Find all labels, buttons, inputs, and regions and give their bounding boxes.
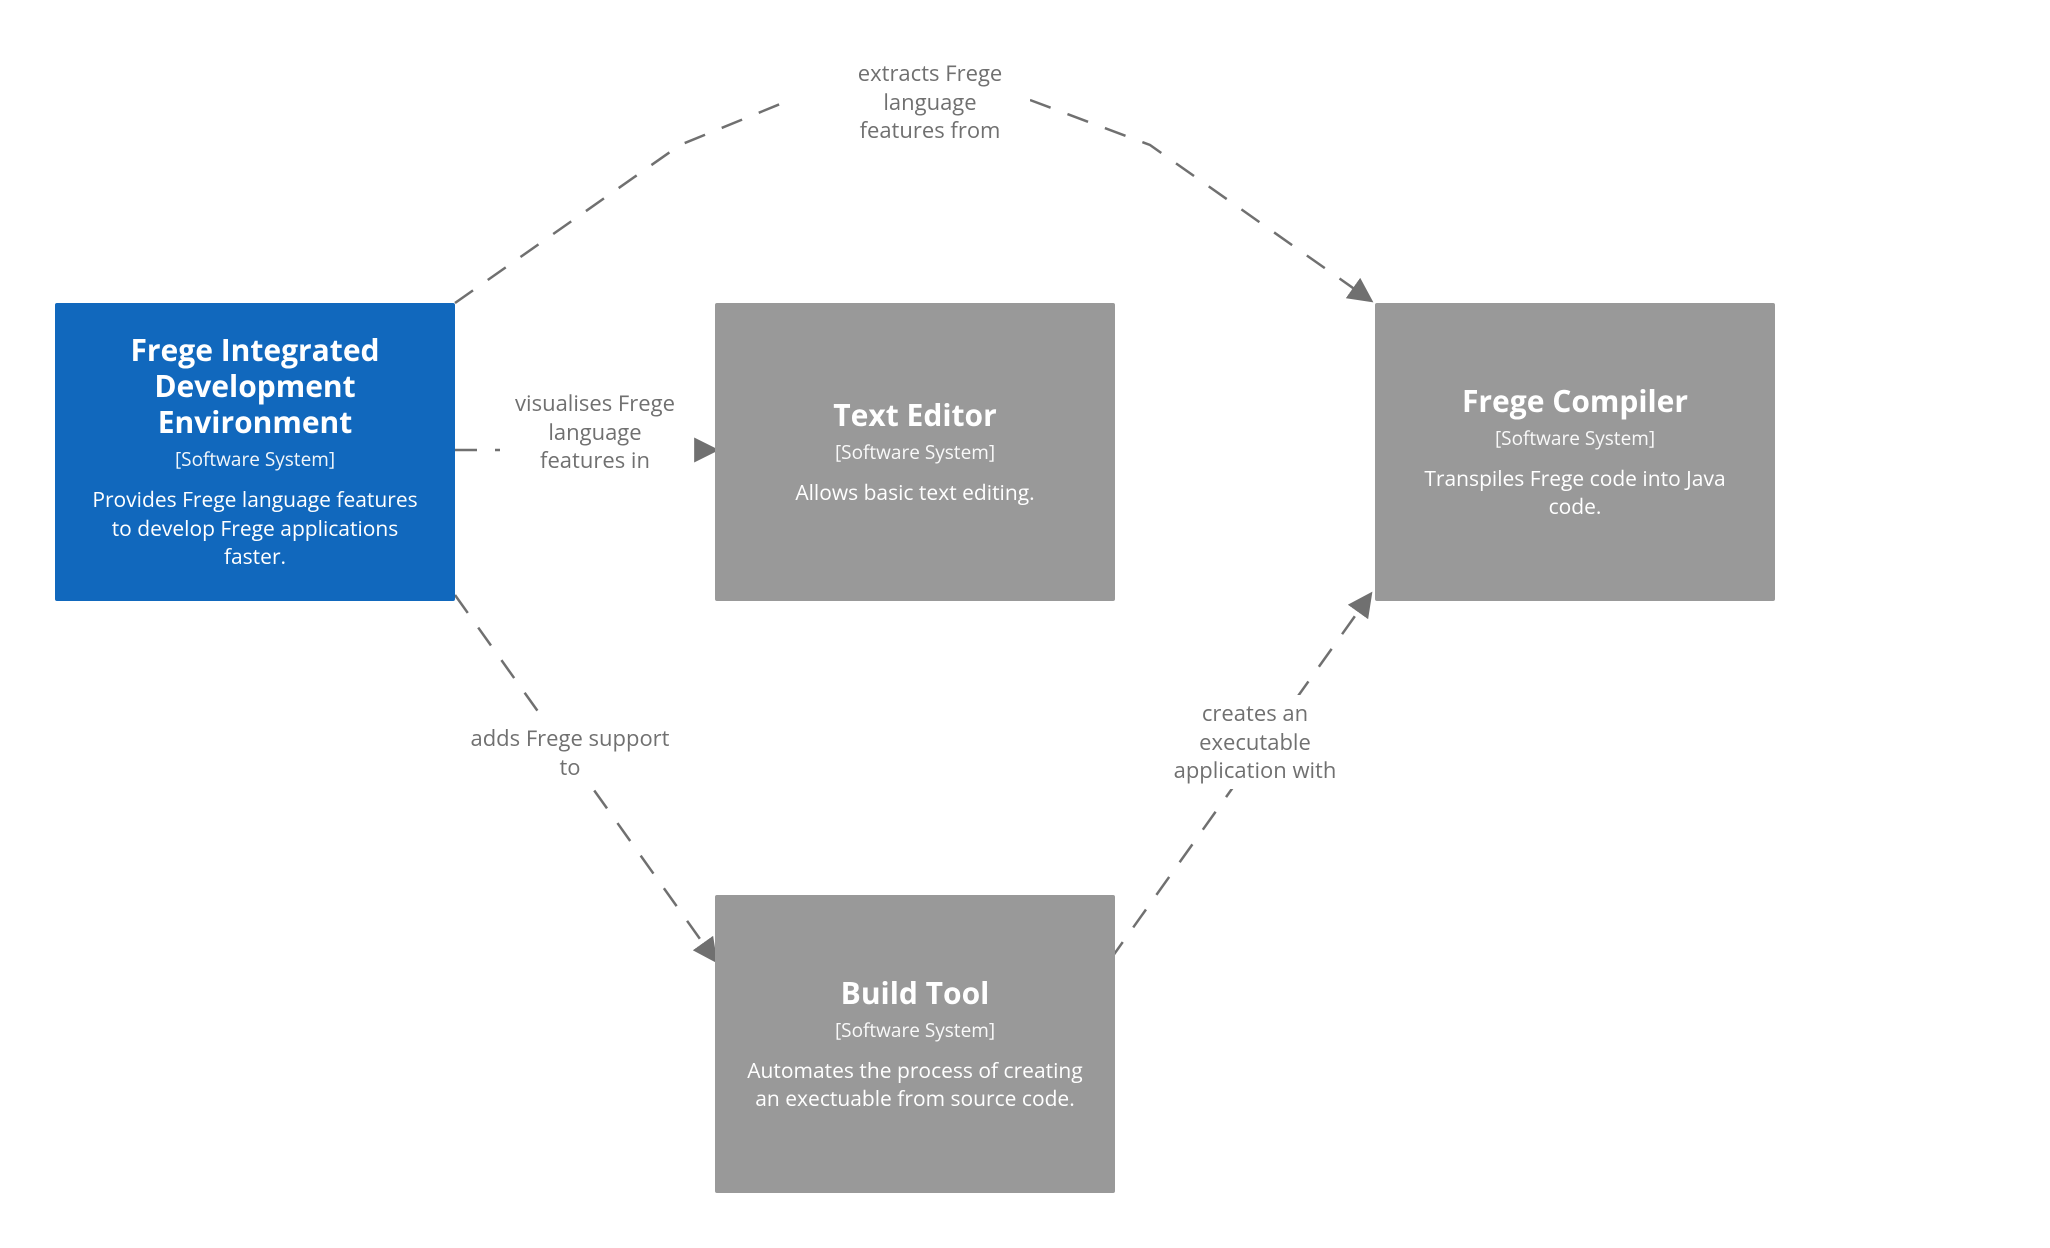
node-description: Transpiles Frege code into Java code. bbox=[1401, 465, 1749, 522]
node-subtitle: [Software System] bbox=[1495, 425, 1655, 451]
node-description: Allows basic text editing. bbox=[795, 479, 1034, 507]
edge-label-build-compiler: creates an executable application with bbox=[1145, 695, 1365, 789]
node-description: Provides Frege language features to deve… bbox=[81, 486, 429, 571]
node-title: Frege Compiler bbox=[1462, 383, 1688, 419]
node-build-tool: Build Tool [Software System] Automates t… bbox=[715, 895, 1115, 1193]
edge-label-ide-compiler: extracts Frege language features from bbox=[830, 55, 1030, 149]
diagram-canvas: Frege Integrated Development Environment… bbox=[0, 0, 2050, 1248]
node-frege-compiler: Frege Compiler [Software System] Transpi… bbox=[1375, 303, 1775, 601]
node-subtitle: [Software System] bbox=[835, 1017, 995, 1043]
node-subtitle: [Software System] bbox=[835, 439, 995, 465]
node-subtitle: [Software System] bbox=[175, 446, 335, 472]
node-text-editor: Text Editor [Software System] Allows bas… bbox=[715, 303, 1115, 601]
node-description: Automates the process of creating an exe… bbox=[741, 1057, 1089, 1114]
node-frege-ide: Frege Integrated Development Environment… bbox=[55, 303, 455, 601]
node-title: Build Tool bbox=[841, 975, 990, 1011]
node-title: Text Editor bbox=[833, 397, 996, 433]
edge-label-ide-build: adds Frege support to bbox=[460, 720, 680, 785]
node-title: Frege Integrated Development Environment bbox=[81, 332, 429, 440]
edge-label-ide-editor: visualises Frege language features in bbox=[500, 385, 690, 479]
